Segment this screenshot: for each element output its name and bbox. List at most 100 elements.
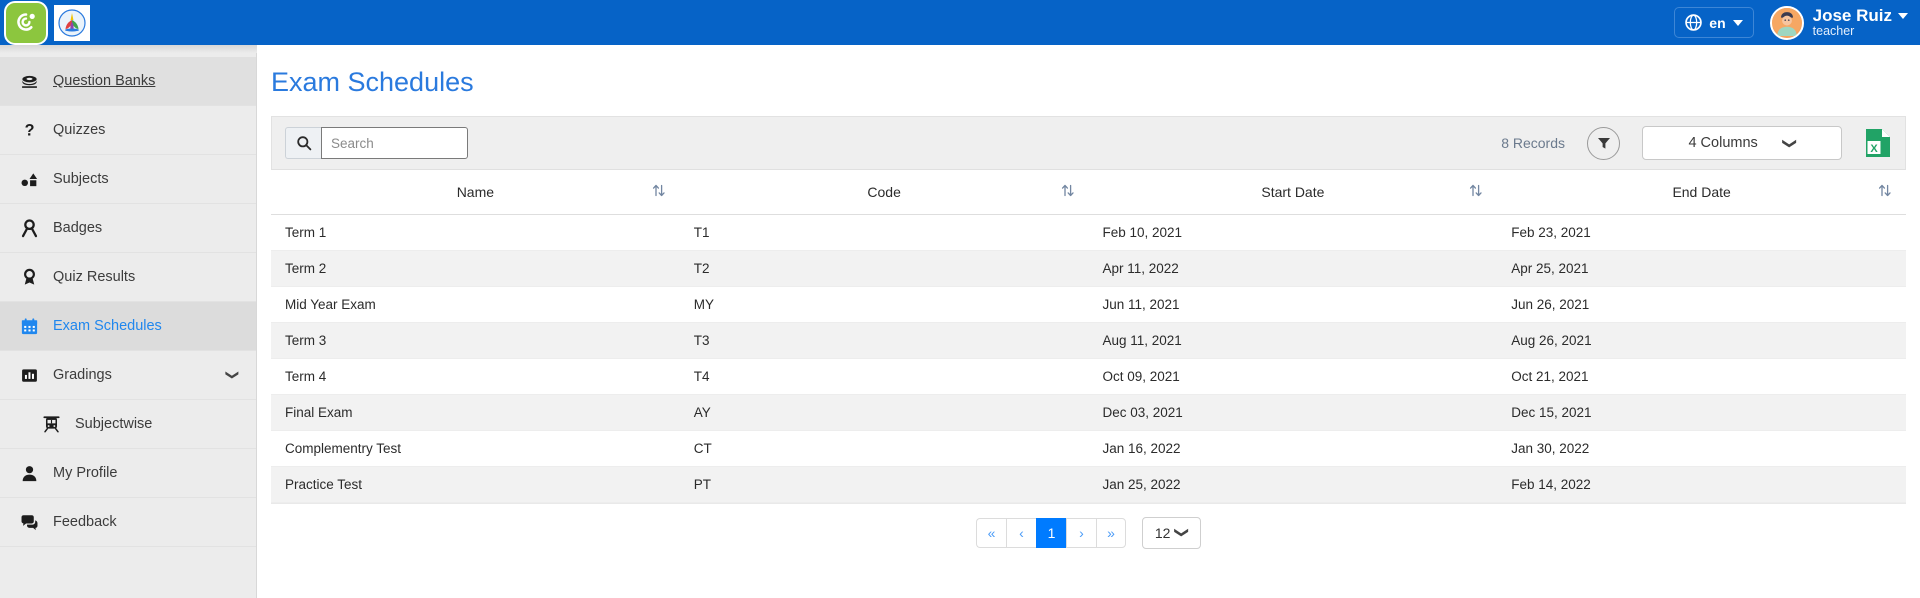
cell-code: MY <box>680 286 1089 322</box>
pagination: « ‹ 1 › » <box>976 518 1126 548</box>
quiz-logo-icon <box>13 10 39 36</box>
table-row[interactable]: Mid Year Exam MY Jun 11, 2021 Jun 26, 20… <box>271 286 1906 322</box>
table-row[interactable]: Term 1 T1 Feb 10, 2021 Feb 23, 2021 <box>271 214 1906 250</box>
search-input[interactable] <box>321 127 468 159</box>
award-medal-icon <box>18 268 40 287</box>
cell-start-date: Dec 03, 2021 <box>1089 394 1498 430</box>
sidebar-item-label: Quizzes <box>53 122 105 138</box>
application-window: en Jose Ruiz <box>0 0 1920 598</box>
filter-button[interactable] <box>1587 127 1620 160</box>
pagination-first-button[interactable]: « <box>976 518 1006 548</box>
cell-start-date: Feb 10, 2021 <box>1089 214 1498 250</box>
sort-arrows-icon[interactable] <box>1061 182 1075 201</box>
user-name: Jose Ruiz <box>1813 7 1892 25</box>
table-row[interactable]: Final Exam AY Dec 03, 2021 Dec 15, 2021 <box>271 394 1906 430</box>
sort-arrows-icon[interactable] <box>1469 182 1483 201</box>
excel-export-icon: X <box>1865 128 1891 158</box>
table-row[interactable]: Term 3 T3 Aug 11, 2021 Aug 26, 2021 <box>271 322 1906 358</box>
chevron-down-icon[interactable]: ❯ <box>225 370 241 381</box>
table-row[interactable]: Complementry Test CT Jan 16, 2022 Jan 30… <box>271 430 1906 466</box>
chat-bubbles-icon <box>18 513 40 532</box>
brand-logos <box>6 3 90 43</box>
columns-dropdown[interactable]: 4 Columns ❯ <box>1642 126 1842 160</box>
column-header-label: End Date <box>1672 184 1730 200</box>
cell-code: T1 <box>680 214 1089 250</box>
cell-end-date: Feb 14, 2022 <box>1497 466 1906 502</box>
sidebar-item-quizzes[interactable]: ? Quizzes <box>0 106 256 155</box>
svg-text:?: ? <box>24 121 34 139</box>
column-header-label: Code <box>867 184 900 200</box>
language-selector[interactable]: en <box>1674 7 1753 38</box>
sidebar-item-question-banks[interactable]: Question Banks <box>0 57 256 106</box>
cell-code: PT <box>680 466 1089 502</box>
column-header-label: Start Date <box>1261 184 1324 200</box>
sidebar-item-subjectwise[interactable]: Subjectwise <box>0 400 256 449</box>
user-menu[interactable]: Jose Ruiz teacher <box>1770 6 1908 40</box>
cell-end-date: Oct 21, 2021 <box>1497 358 1906 394</box>
sidebar-item-label: Subjects <box>53 171 109 187</box>
cell-code: T3 <box>680 322 1089 358</box>
cell-start-date: Oct 09, 2021 <box>1089 358 1498 394</box>
content-inner: Exam Schedules <box>257 45 1920 562</box>
pagination-next-button[interactable]: › <box>1066 518 1096 548</box>
pagination-prev-button[interactable]: ‹ <box>1006 518 1036 548</box>
avatar <box>1770 6 1804 40</box>
cell-code: CT <box>680 430 1089 466</box>
cell-name: Term 2 <box>271 250 680 286</box>
globe-icon <box>1685 14 1702 31</box>
search-button[interactable] <box>285 127 321 159</box>
cell-name: Final Exam <box>271 394 680 430</box>
column-header-end-date[interactable]: End Date <box>1497 170 1906 214</box>
sort-arrows-icon[interactable] <box>652 182 666 201</box>
cell-start-date: Jan 25, 2022 <box>1089 466 1498 502</box>
column-header-start-date[interactable]: Start Date <box>1089 170 1498 214</box>
main-content: Exam Schedules <box>257 45 1920 598</box>
calendar-icon <box>18 317 40 336</box>
main-layout: Question Banks ? Quizzes <box>0 45 1920 598</box>
search-group <box>285 127 468 159</box>
bar-chart-icon <box>18 366 40 385</box>
school-emblem-icon <box>57 8 87 38</box>
column-header-name[interactable]: Name <box>271 170 680 214</box>
pagination-last-button[interactable]: » <box>1096 518 1126 548</box>
page-size-label: 12 <box>1155 525 1171 541</box>
sort-arrows-icon[interactable] <box>1878 182 1892 201</box>
page-size-dropdown[interactable]: 12 ❯ <box>1142 517 1201 549</box>
cell-end-date: Dec 15, 2021 <box>1497 394 1906 430</box>
sidebar-item-exam-schedules[interactable]: Exam Schedules <box>0 302 256 351</box>
school-emblem-logo[interactable] <box>54 5 90 41</box>
sidebar-item-feedback[interactable]: Feedback <box>0 498 256 547</box>
cell-end-date: Jan 30, 2022 <box>1497 430 1906 466</box>
sidebar-item-badges[interactable]: Badges <box>0 204 256 253</box>
topbar-right-controls: en Jose Ruiz <box>1674 6 1908 40</box>
table-row[interactable]: Practice Test PT Jan 25, 2022 Feb 14, 20… <box>271 466 1906 502</box>
export-excel-button[interactable]: X <box>1864 128 1892 159</box>
sidebar-item-subjects[interactable]: Subjects <box>0 155 256 204</box>
chevron-down-icon: ❯ <box>1781 137 1798 149</box>
top-navigation-bar: en Jose Ruiz <box>0 0 1920 45</box>
cell-name: Term 3 <box>271 322 680 358</box>
database-icon <box>18 72 40 91</box>
funnel-icon <box>1596 135 1612 151</box>
sidebar-item-quiz-results[interactable]: Quiz Results <box>0 253 256 302</box>
column-header-label: Name <box>457 184 494 200</box>
quiz-logo[interactable] <box>6 3 46 43</box>
person-icon <box>18 464 40 483</box>
table-head: Name Code <box>271 170 1906 214</box>
sidebar-item-my-profile[interactable]: My Profile <box>0 449 256 498</box>
cell-end-date: Feb 23, 2021 <box>1497 214 1906 250</box>
chevron-down-icon <box>1898 13 1908 19</box>
sidebar-item-gradings[interactable]: Gradings ❯ <box>0 351 256 400</box>
column-header-code[interactable]: Code <box>680 170 1089 214</box>
table-row[interactable]: Term 2 T2 Apr 11, 2022 Apr 25, 2021 <box>271 250 1906 286</box>
cell-name: Practice Test <box>271 466 680 502</box>
avatar-icon <box>1772 6 1802 38</box>
chevron-down-icon: ❯ <box>1174 527 1191 539</box>
columns-dropdown-label: 4 Columns <box>1688 135 1757 151</box>
cell-start-date: Jan 16, 2022 <box>1089 430 1498 466</box>
table-row[interactable]: Term 4 T4 Oct 09, 2021 Oct 21, 2021 <box>271 358 1906 394</box>
cell-name: Term 1 <box>271 214 680 250</box>
sidebar-item-label: Badges <box>53 220 102 236</box>
pagination-page-1[interactable]: 1 <box>1036 518 1066 548</box>
svg-text:X: X <box>1870 143 1878 155</box>
